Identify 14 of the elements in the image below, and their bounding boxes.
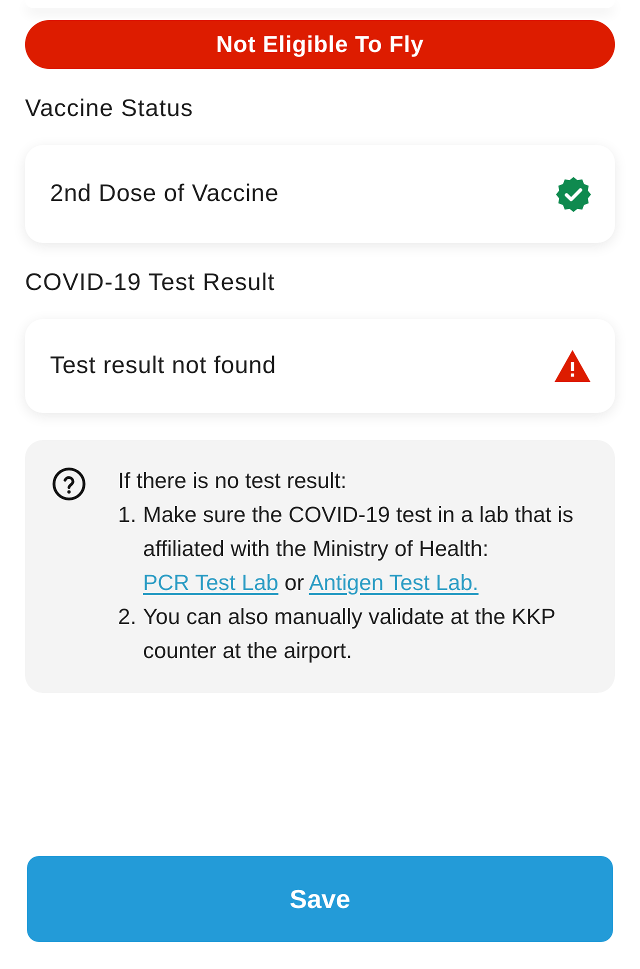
- save-button[interactable]: Save: [27, 856, 613, 942]
- section-heading: COVID-19 Test Result: [25, 269, 276, 297]
- link[interactable]: Antigen Test Lab.: [308, 570, 479, 595]
- step-text: You can also manually validate at the KKP counter at the airport.: [143, 603, 556, 665]
- status-text: 2nd Dose of Vaccine: [50, 179, 279, 209]
- status-banner: Not Eligible To Fly: [25, 20, 615, 69]
- status-text: Test result not found: [50, 351, 276, 381]
- list-number: 2.: [118, 603, 138, 631]
- link[interactable]: PCR Test Lab: [143, 570, 278, 595]
- step-text: Make sure the COVID-19 test in a lab that is affiliated with the Ministry of Health: PCR Test Lab or Antigen Test Lab.: [143, 501, 574, 597]
- intro-text: If there is no test result:: [118, 467, 348, 495]
- help-icon: [52, 467, 86, 501]
- section-heading: Vaccine Status: [25, 95, 194, 123]
- list-number: 1.: [118, 501, 138, 529]
